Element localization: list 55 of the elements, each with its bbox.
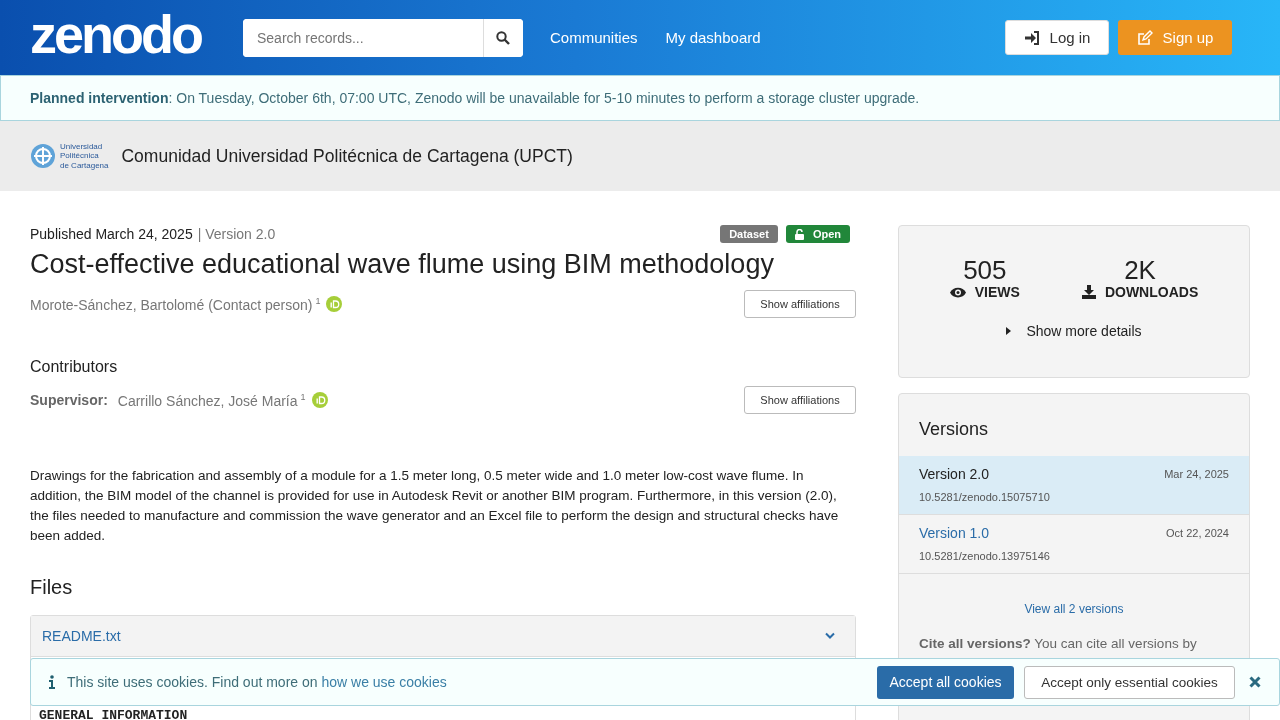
version-link[interactable]: Version 2.0 xyxy=(919,466,990,482)
show-more-details-toggle[interactable]: Show more details xyxy=(1000,322,1148,340)
file-preview-text: GENERAL INFORMATION xyxy=(39,709,189,720)
unlock-icon xyxy=(794,228,805,240)
contributor-role: Supervisor: xyxy=(30,392,108,408)
version-doi: 10.5281/zenodo.15075710 xyxy=(919,491,1051,503)
community-name[interactable]: Comunidad Universidad Politécnica de Cartagena (UPCT) xyxy=(121,145,573,167)
stat-value: 2K xyxy=(1124,256,1156,284)
stat-label: VIEWS xyxy=(974,284,1020,300)
versions-heading: Versions xyxy=(918,418,990,441)
info-icon xyxy=(49,675,55,689)
eye-icon xyxy=(949,286,966,298)
record-title: Cost-effective educational wave flume using BIM methodology xyxy=(30,249,775,280)
nav-link[interactable]: My dashboard xyxy=(665,29,761,46)
resource-type-label: Dataset xyxy=(720,225,778,243)
version-doi: 10.5281/zenodo.13975146 xyxy=(919,550,1051,562)
version-date: Oct 22, 2024 xyxy=(1166,527,1229,539)
edit-icon xyxy=(1136,29,1153,46)
version-date: Mar 24, 2025 xyxy=(1164,468,1229,480)
university-emblem-icon xyxy=(30,143,56,169)
version-label: | Version 2.0 xyxy=(197,226,276,242)
search-button[interactable] xyxy=(483,18,523,57)
file-header[interactable]: README.txt xyxy=(31,616,855,657)
nav-link[interactable]: Communities xyxy=(550,29,638,46)
accept-all-cookies-button[interactable]: Accept all cookies xyxy=(877,665,1014,699)
publication-date: Published March 24, 2025 xyxy=(30,226,193,242)
contributors-heading: Contributors xyxy=(30,358,119,376)
record-description: Drawings for the fabrication and assembly of a module for a 1.5 meter long, 0.5 meter wide and 1.0 meter low-cost wave flume. In addition, the BIM model of the channel is provided for use in Autodesk Revit or another BIM program. Furthermore, in this version (2.0), the files needed to manufacture and commission the wave generator and an Excel file to perform the design and structural checks have been added. xyxy=(30,467,840,545)
accept-essential-cookies-button[interactable]: Accept only essential cookies xyxy=(1024,665,1235,699)
cookie-policy-link[interactable]: how we use cookies xyxy=(321,674,447,690)
file-name[interactable]: README.txt xyxy=(42,628,121,644)
sign-in-icon xyxy=(1023,30,1040,45)
creator-name[interactable]: Morote-Sánchez, Bartolomé (Contact person) $^{1}$ xyxy=(30,295,321,313)
search-icon xyxy=(496,30,511,45)
caret-icon xyxy=(1006,326,1013,336)
cookie-message: This site uses cookies. Find out more on how we use cookies xyxy=(67,674,447,690)
search-field[interactable]: Search records... xyxy=(243,18,523,57)
show-affiliations-button[interactable]: Show affiliations xyxy=(744,290,856,318)
version-item[interactable]: Version 1.0 Oct 22, 2024 10.5281/zenodo.13975146 xyxy=(899,515,1249,574)
stat-value: 505 xyxy=(963,256,1007,284)
cite-all-versions-text: Cite all versions? You can cite all versions by xyxy=(919,636,1198,651)
show-affiliations-button[interactable]: Show affiliations xyxy=(744,386,856,414)
contributor-name[interactable]: Carrillo Sánchez, José María $^{1}$ xyxy=(117,391,306,409)
files-heading: Files xyxy=(30,576,74,599)
download-icon xyxy=(1081,285,1096,299)
login-button[interactable]: Log in xyxy=(1005,20,1109,55)
version-item[interactable]: Version 2.0 Mar 24, 2025 10.5281/zenodo.15075710 xyxy=(899,456,1249,515)
access-label: Open xyxy=(785,225,850,243)
view-all-versions-link[interactable]: View all 2 versions xyxy=(899,602,1249,616)
stat-label: DOWNLOADS xyxy=(1104,284,1199,300)
university-logo-text: Universidad Politécnica de Cartagena xyxy=(60,142,109,170)
zenodo-logo[interactable]: zenodo xyxy=(30,6,201,61)
version-link[interactable]: Version 1.0 xyxy=(919,525,990,541)
maintenance-notice: Planned intervention: On Tuesday, October 6th, 07:00 UTC, Zenodo will be unavailable for 5-10 minutes to perform a storage cluster upgrade. xyxy=(0,75,1280,121)
close-icon[interactable] xyxy=(1249,676,1261,688)
